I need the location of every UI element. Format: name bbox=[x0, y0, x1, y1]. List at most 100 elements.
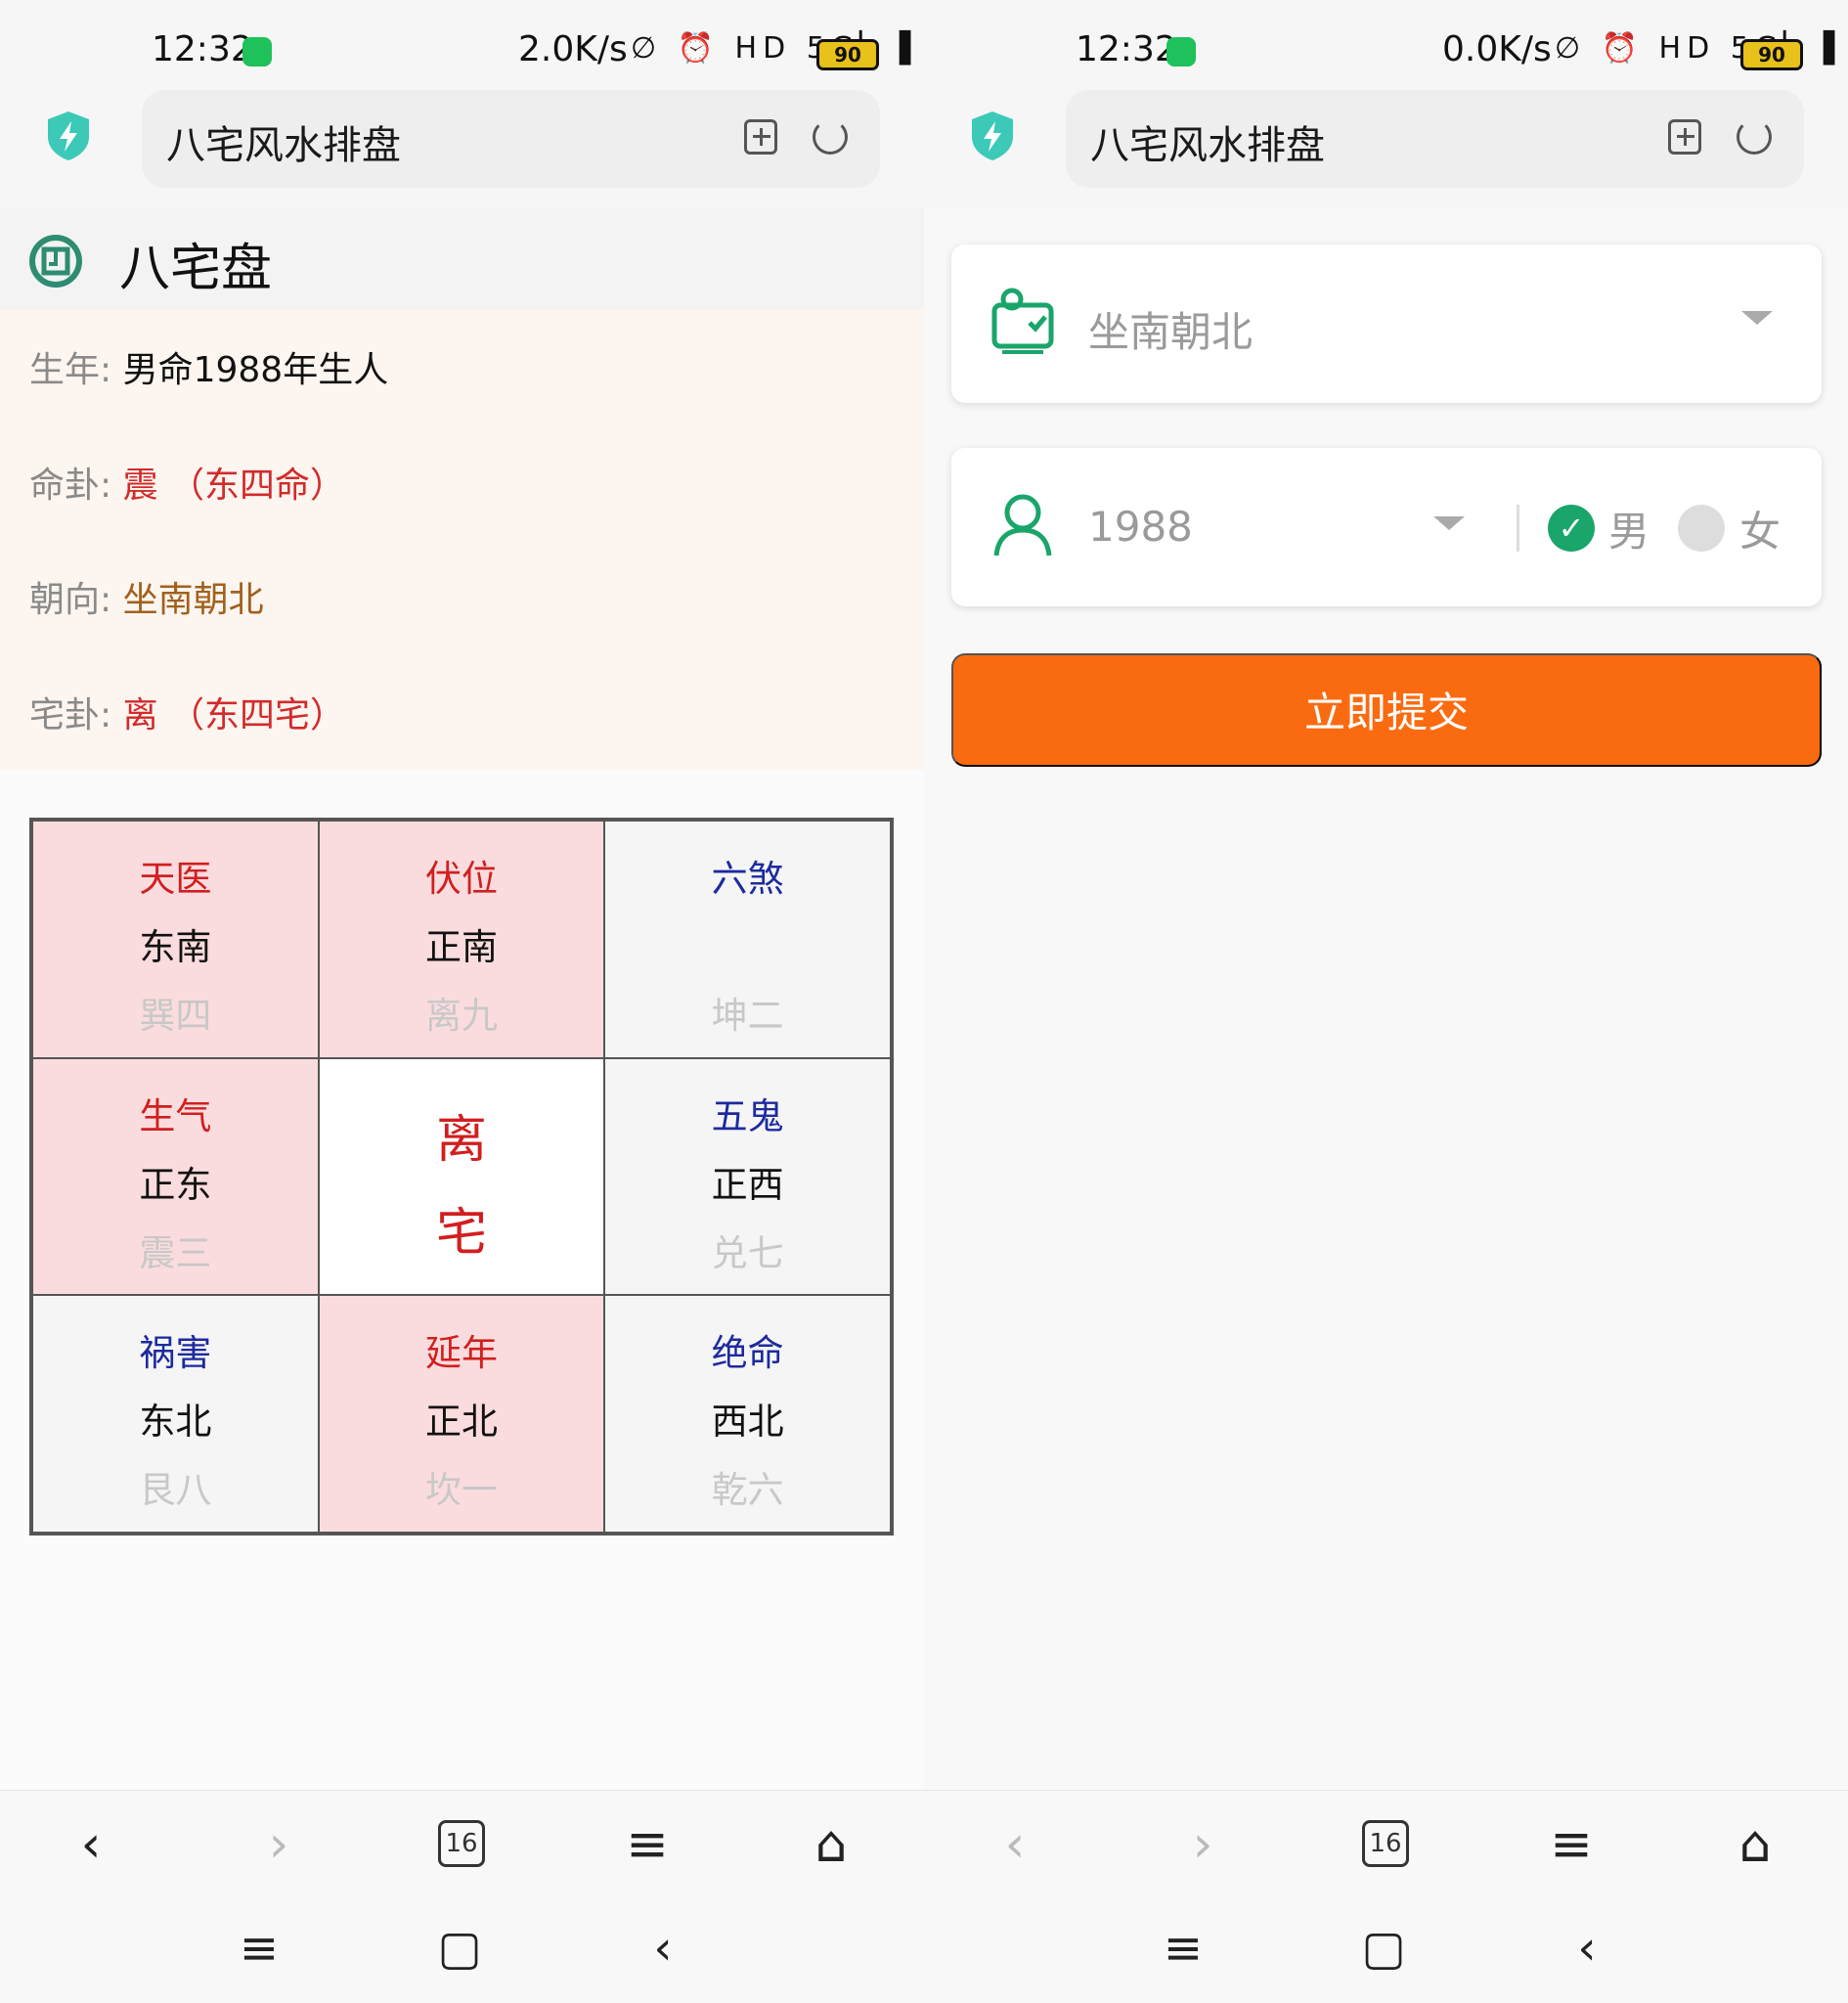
chevron-down-icon[interactable] bbox=[1433, 516, 1465, 530]
orientation-value: 坐南朝北 bbox=[1088, 308, 1254, 356]
cell-gua: 巽四 bbox=[139, 995, 212, 1037]
system-nav-bar: ≡ ▢ ‹ bbox=[0, 1897, 924, 2003]
page-url-title: 八宅风水排盘 bbox=[166, 123, 401, 168]
system-back-icon[interactable]: ‹ bbox=[1558, 1919, 1616, 1978]
network-speed: 2.0K/s bbox=[518, 29, 628, 69]
address-bar[interactable]: 八宅风水排盘 bbox=[1066, 90, 1804, 188]
info-panel: 生年: 男命1988年生人 命卦: 震 （东四命） 朝向: 坐南朝北 宅卦: 离… bbox=[0, 310, 924, 770]
birth-year-select[interactable]: 1988 bbox=[1088, 503, 1193, 551]
house-orientation-icon bbox=[991, 288, 1054, 354]
cell-gua: 坎一 bbox=[424, 1469, 498, 1512]
cell-star: 祸害 bbox=[139, 1332, 212, 1375]
menu-icon[interactable]: ≡ bbox=[1542, 1815, 1601, 1874]
divider bbox=[1517, 505, 1519, 552]
browser-nav-bar: ‹ › 16 ≡ ⌂ bbox=[924, 1790, 1848, 1898]
address-bar[interactable]: 八宅风水排盘 bbox=[142, 90, 880, 188]
reload-icon[interactable] bbox=[1737, 119, 1772, 155]
info-row-birth-year: 生年: 男命1988年生人 bbox=[29, 341, 388, 392]
status-time: 12:32 bbox=[152, 29, 253, 69]
submit-button[interactable]: 立即提交 bbox=[951, 653, 1822, 767]
cell-direction: 正西 bbox=[711, 1163, 784, 1206]
page-header: 八宅盘 bbox=[0, 207, 924, 310]
network-speed: 0.0K/s bbox=[1442, 29, 1552, 69]
grid-cell-southeast: 天医 东南 巽四 bbox=[32, 821, 319, 1058]
orientation-select[interactable]: 坐南朝北 bbox=[951, 245, 1822, 403]
system-home-icon[interactable]: ▢ bbox=[430, 1919, 489, 1978]
status-bar: 12:32 0.0K/s ∅ ⏰ HD 5G▏▐ 90 bbox=[924, 0, 1848, 98]
forward-icon[interactable]: › bbox=[1173, 1815, 1232, 1874]
system-nav-bar: ≡ ▢ ‹ bbox=[924, 1897, 1848, 2003]
grid-cell-southwest: 六煞 坤二 bbox=[604, 821, 891, 1058]
info-label: 朝向: bbox=[29, 580, 112, 620]
tabs-icon[interactable]: 16 bbox=[438, 1820, 485, 1867]
wechat-icon bbox=[242, 37, 272, 67]
status-bar: 12:32 2.0K/s ∅ ⏰ HD 5G▏▐ 90 bbox=[0, 0, 924, 98]
right-screen: 12:32 0.0K/s ∅ ⏰ HD 5G▏▐ 90 八宅风水排盘 坐南朝北 bbox=[924, 0, 1848, 2003]
center-house-label: 宅 bbox=[435, 1203, 487, 1263]
info-value: 离 （东四宅） bbox=[122, 695, 346, 735]
grid-cell-center: 离 宅 bbox=[318, 1057, 605, 1296]
page-url-title: 八宅风水排盘 bbox=[1090, 123, 1325, 168]
menu-icon[interactable]: ≡ bbox=[618, 1815, 677, 1874]
cell-gua: 乾六 bbox=[711, 1469, 784, 1512]
shield-icon[interactable] bbox=[968, 110, 1017, 162]
info-value: 坐南朝北 bbox=[122, 580, 264, 620]
reload-icon[interactable] bbox=[813, 119, 848, 155]
recent-apps-icon[interactable]: ≡ bbox=[1154, 1919, 1212, 1978]
info-label: 命卦: bbox=[29, 466, 112, 506]
forward-icon[interactable]: › bbox=[249, 1815, 308, 1874]
page-title: 八宅盘 bbox=[119, 240, 273, 298]
add-bookmark-icon[interactable] bbox=[1668, 119, 1701, 155]
bagua-icon bbox=[29, 235, 82, 288]
info-value: 震 （东四命） bbox=[122, 466, 346, 506]
cell-gua: 离九 bbox=[424, 995, 498, 1037]
shield-icon[interactable] bbox=[44, 110, 93, 162]
gender-male-radio[interactable]: ✓ bbox=[1548, 505, 1595, 552]
cell-star: 延年 bbox=[424, 1332, 498, 1375]
cell-star: 六煞 bbox=[711, 858, 784, 900]
cell-direction: 正南 bbox=[424, 926, 498, 968]
birth-year-gender-row: 1988 ✓ 男 女 bbox=[951, 448, 1822, 606]
info-row-orientation: 朝向: 坐南朝北 bbox=[29, 571, 264, 622]
cell-star: 绝命 bbox=[711, 1332, 784, 1375]
cell-direction: 东北 bbox=[139, 1401, 212, 1444]
system-back-icon[interactable]: ‹ bbox=[634, 1919, 692, 1978]
info-label: 宅卦: bbox=[29, 695, 112, 735]
system-home-icon[interactable]: ▢ bbox=[1354, 1919, 1413, 1978]
info-label: 生年: bbox=[29, 350, 112, 390]
tabs-icon[interactable]: 16 bbox=[1362, 1820, 1409, 1867]
grid-cell-south: 伏位 正南 离九 bbox=[318, 821, 605, 1058]
back-icon[interactable]: ‹ bbox=[62, 1815, 120, 1874]
info-row-house-gua: 宅卦: 离 （东四宅） bbox=[29, 687, 345, 737]
bazhai-grid: 天医 东南 巽四 伏位 正南 离九 六煞 坤二 生气 正东 震三 离 宅 五鬼 … bbox=[29, 818, 894, 1536]
person-icon bbox=[993, 494, 1052, 556]
browser-toolbar: 八宅风水排盘 bbox=[0, 90, 924, 207]
battery-icon: 90 bbox=[1740, 39, 1803, 70]
cell-gua: 震三 bbox=[139, 1231, 212, 1274]
chevron-down-icon[interactable] bbox=[1741, 311, 1773, 325]
grid-cell-northeast: 祸害 东北 艮八 bbox=[32, 1295, 319, 1533]
cell-direction: 东南 bbox=[139, 926, 212, 968]
recent-apps-icon[interactable]: ≡ bbox=[230, 1919, 288, 1978]
status-time: 12:32 bbox=[1076, 29, 1177, 69]
grid-cell-east: 生气 正东 震三 bbox=[32, 1057, 319, 1296]
cell-direction: 正北 bbox=[424, 1401, 498, 1444]
left-screen: 12:32 2.0K/s ∅ ⏰ HD 5G▏▐ 90 八宅风水排盘 八宅盘 生… bbox=[0, 0, 924, 2003]
info-value: 男命1988年生人 bbox=[122, 350, 389, 390]
center-house-gua: 离 bbox=[435, 1110, 487, 1170]
cell-star: 伏位 bbox=[424, 858, 498, 900]
back-icon[interactable]: ‹ bbox=[986, 1815, 1044, 1874]
gender-female-label[interactable]: 女 bbox=[1739, 499, 1781, 558]
home-icon[interactable]: ⌂ bbox=[802, 1815, 860, 1874]
browser-toolbar: 八宅风水排盘 bbox=[924, 90, 1848, 207]
cell-gua: 艮八 bbox=[139, 1469, 212, 1512]
home-icon[interactable]: ⌂ bbox=[1726, 1815, 1784, 1874]
gender-female-radio[interactable] bbox=[1678, 505, 1725, 552]
add-bookmark-icon[interactable] bbox=[744, 119, 777, 155]
cell-direction: 正东 bbox=[139, 1163, 212, 1206]
gender-male-label[interactable]: 男 bbox=[1608, 499, 1650, 558]
info-row-life-gua: 命卦: 震 （东四命） bbox=[29, 457, 345, 508]
browser-nav-bar: ‹ › 16 ≡ ⌂ bbox=[0, 1790, 924, 1898]
cell-star: 天医 bbox=[139, 858, 212, 900]
wechat-icon bbox=[1166, 37, 1196, 67]
